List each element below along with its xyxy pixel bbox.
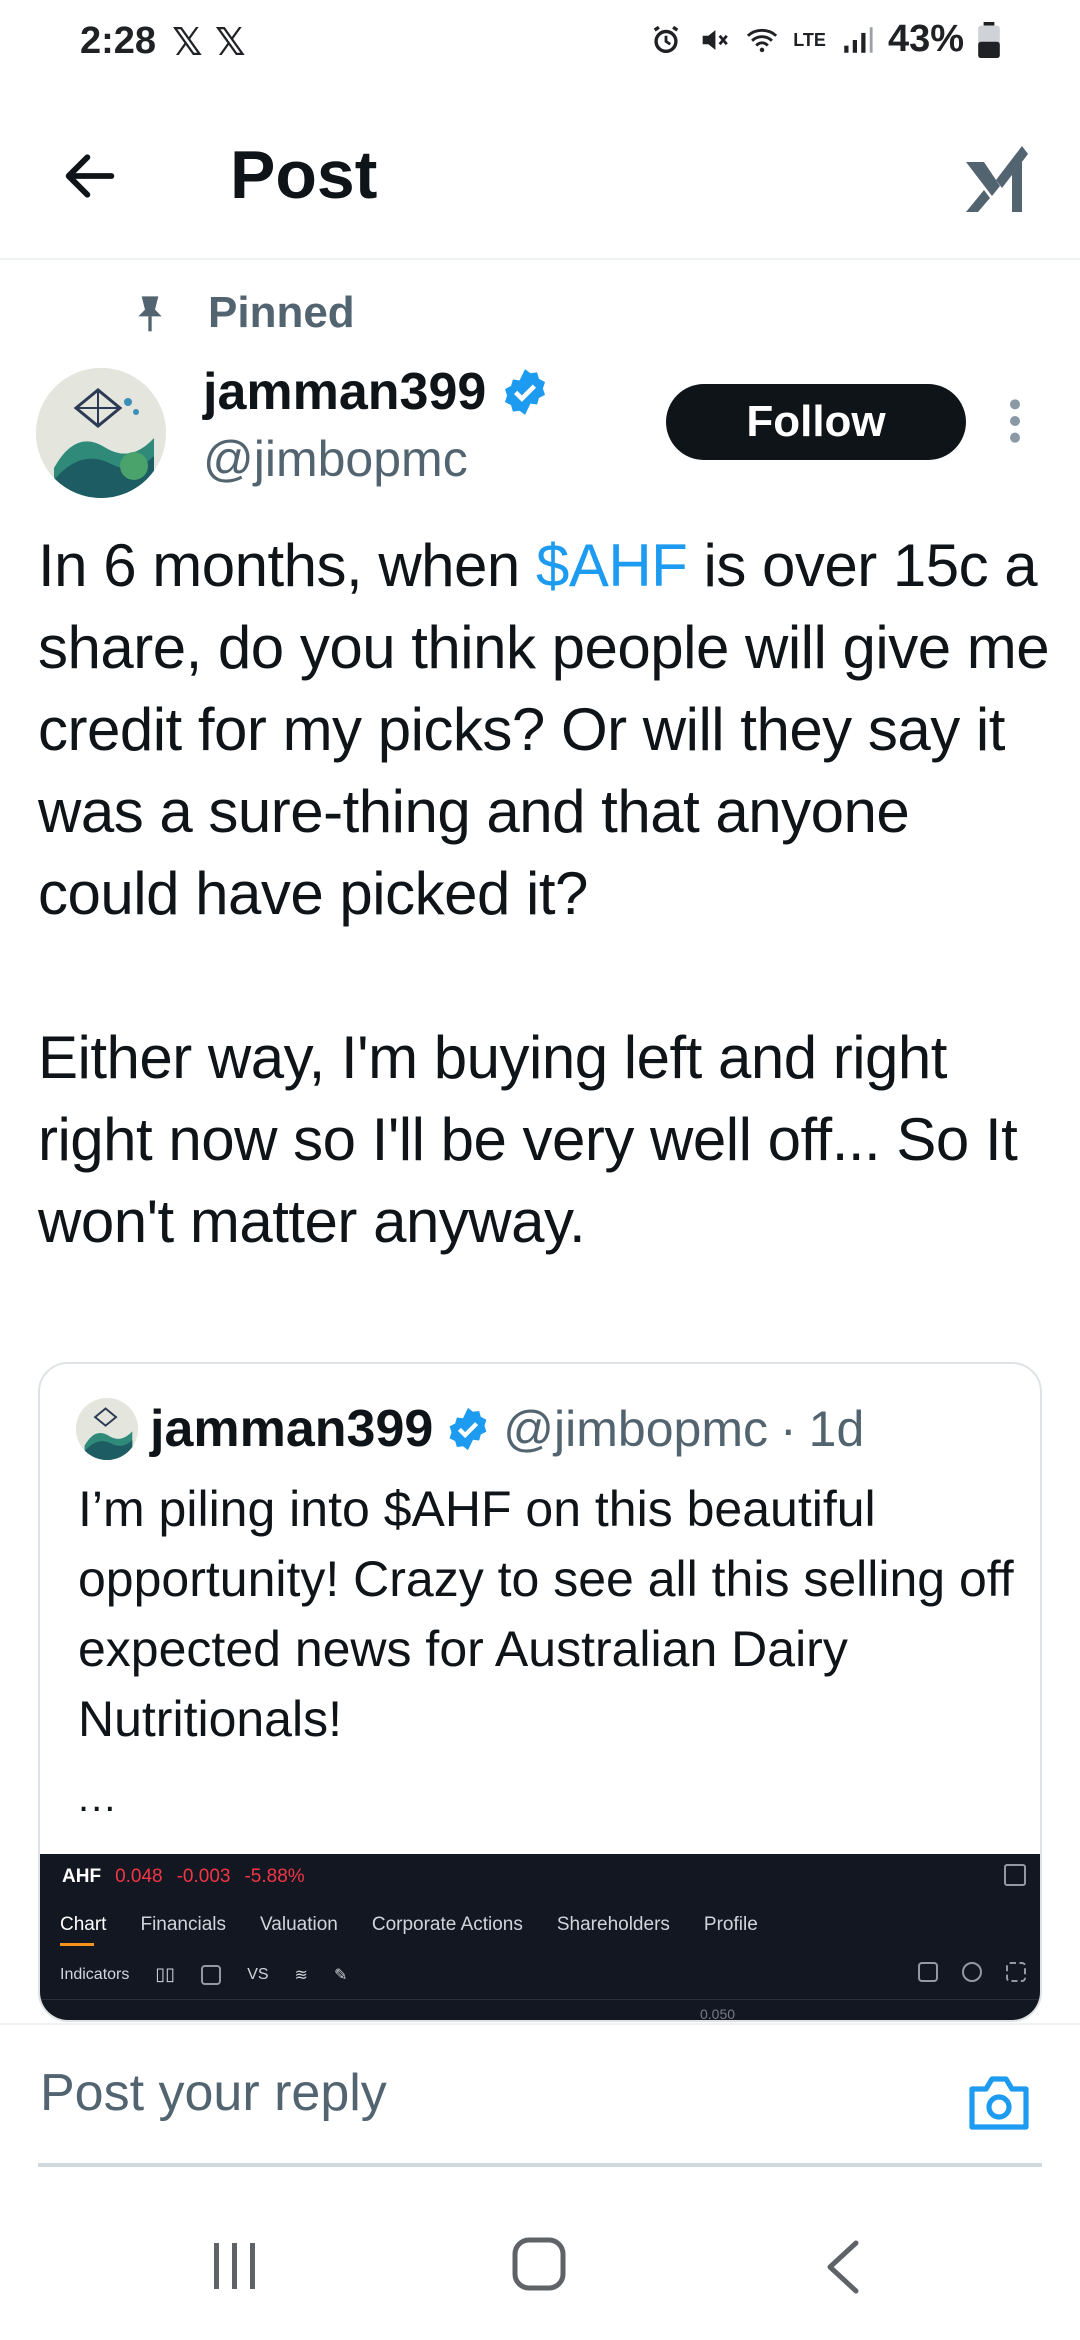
chart-tabs: Chart Financials Valuation Corporate Act… [60,1914,758,1946]
reply-underline [38,2163,1042,2167]
tab-corporate-actions: Corporate Actions [371,1914,523,1935]
post-text: In 6 months, when $AHF is over 15c a sha… [38,525,1058,1263]
signal-icon [844,26,873,53]
x-notification-icon: 𝕏 [215,22,246,64]
author-name-row[interactable]: jamman399 [203,362,550,422]
avatar-logo [36,368,166,498]
settings-icon [962,1962,982,1982]
reply-input[interactable]: Post your reply [40,2063,387,2123]
follow-button[interactable]: Follow [666,384,966,460]
vs-label: VS [247,1965,269,1983]
quoted-post-ellipsis: ... [78,1776,118,1820]
post-paragraph: Either way, I'm buying left and right ri… [38,1024,1034,1255]
camera-icon[interactable] [966,2073,1032,2133]
avatar[interactable] [36,368,166,498]
dot-separator: · [780,1401,797,1457]
home-icon[interactable] [510,2235,568,2293]
verified-badge-icon [449,1407,487,1451]
axis-value: 0.050 [700,2006,736,2022]
quoted-avatar [76,1398,138,1460]
ticker-row: AHF 0.048 -0.003 -5.88% [62,1866,305,1888]
mute-icon [702,29,729,50]
quoted-post-image[interactable]: AHF 0.048 -0.003 -5.88% Chart Financials… [40,1854,1040,2022]
author-name[interactable]: jamman399 [203,362,486,422]
quoted-post-text: I’m piling into $AHF on this beautiful o… [78,1481,1014,1747]
chart-divider [40,1999,1040,2000]
tab-valuation: Valuation [260,1914,338,1935]
fullscreen-icon [1006,1962,1026,1982]
author-handle[interactable]: @jimbopmc [203,430,468,488]
more-options-icon[interactable] [1000,396,1030,446]
wifi-icon [747,28,778,52]
exit-icon [1004,1864,1026,1886]
tab-financials: Financials [140,1914,227,1935]
pin-icon [138,296,162,332]
quoted-author-handle: @jimbopmc [503,1401,768,1457]
chart-toolbar: Indicators ▯▯ VS ≋ ✎ [60,1964,347,1985]
avatar-logo [76,1398,138,1460]
indicators-label: Indicators [60,1965,130,1983]
nav-back-icon[interactable] [822,2237,862,2297]
pinned-indicator: Pinned [132,288,355,338]
status-bar: 2:28 𝕏 𝕏 LTE 43% [0,0,1080,90]
quoted-post[interactable]: jamman399 @jimbopmc · 1d I’m piling into… [38,1362,1042,2022]
ticker-price: 0.048 [115,1866,163,1887]
lte-indicator: LTE [793,29,826,50]
post-paragraph: In 6 months, when $AHF is over 15c a sha… [38,525,1058,935]
ticker-symbol: AHF [62,1866,102,1887]
draw-icon: ✎ [333,1966,348,1984]
grok-icon[interactable] [962,140,1032,216]
recent-apps-icon[interactable] [210,2239,260,2293]
tab-shareholders: Shareholders [556,1914,670,1935]
quoted-post-time: 1d [808,1401,865,1457]
battery-percent: 43% [887,18,964,60]
candles-icon: ▯▯ [155,1964,176,1984]
post-text-segment: In 6 months, when [38,532,536,599]
ticker-change: -0.003 [176,1866,231,1887]
system-nav-bar [0,2195,1080,2340]
page-title: Post [230,137,378,213]
verified-badge-icon [505,369,546,415]
alarm-icon [653,25,679,53]
post-header: Post [0,110,1080,260]
status-time: 2:28 [80,20,157,62]
arrow-left-icon[interactable] [58,144,122,208]
x-notification-icon: 𝕏 [172,22,203,64]
cashtag-link[interactable]: $AHF [536,532,688,599]
ticker-change-percent: -5.88% [244,1866,305,1887]
quoted-post-header: jamman399 @jimbopmc · 1d [76,1398,864,1460]
quoted-author-name: jamman399 [150,1400,434,1458]
tab-chart: Chart [60,1914,107,1946]
pinned-label: Pinned [208,288,355,337]
battery-icon [978,21,1000,58]
square-icon [201,1964,222,1985]
camera-icon [918,1962,938,1982]
compare-icon: ≋ [294,1966,308,1984]
chart-toolbar-right [918,1962,1026,1982]
reply-bar: Post your reply [0,2025,1080,2195]
tab-profile: Profile [703,1914,758,1935]
